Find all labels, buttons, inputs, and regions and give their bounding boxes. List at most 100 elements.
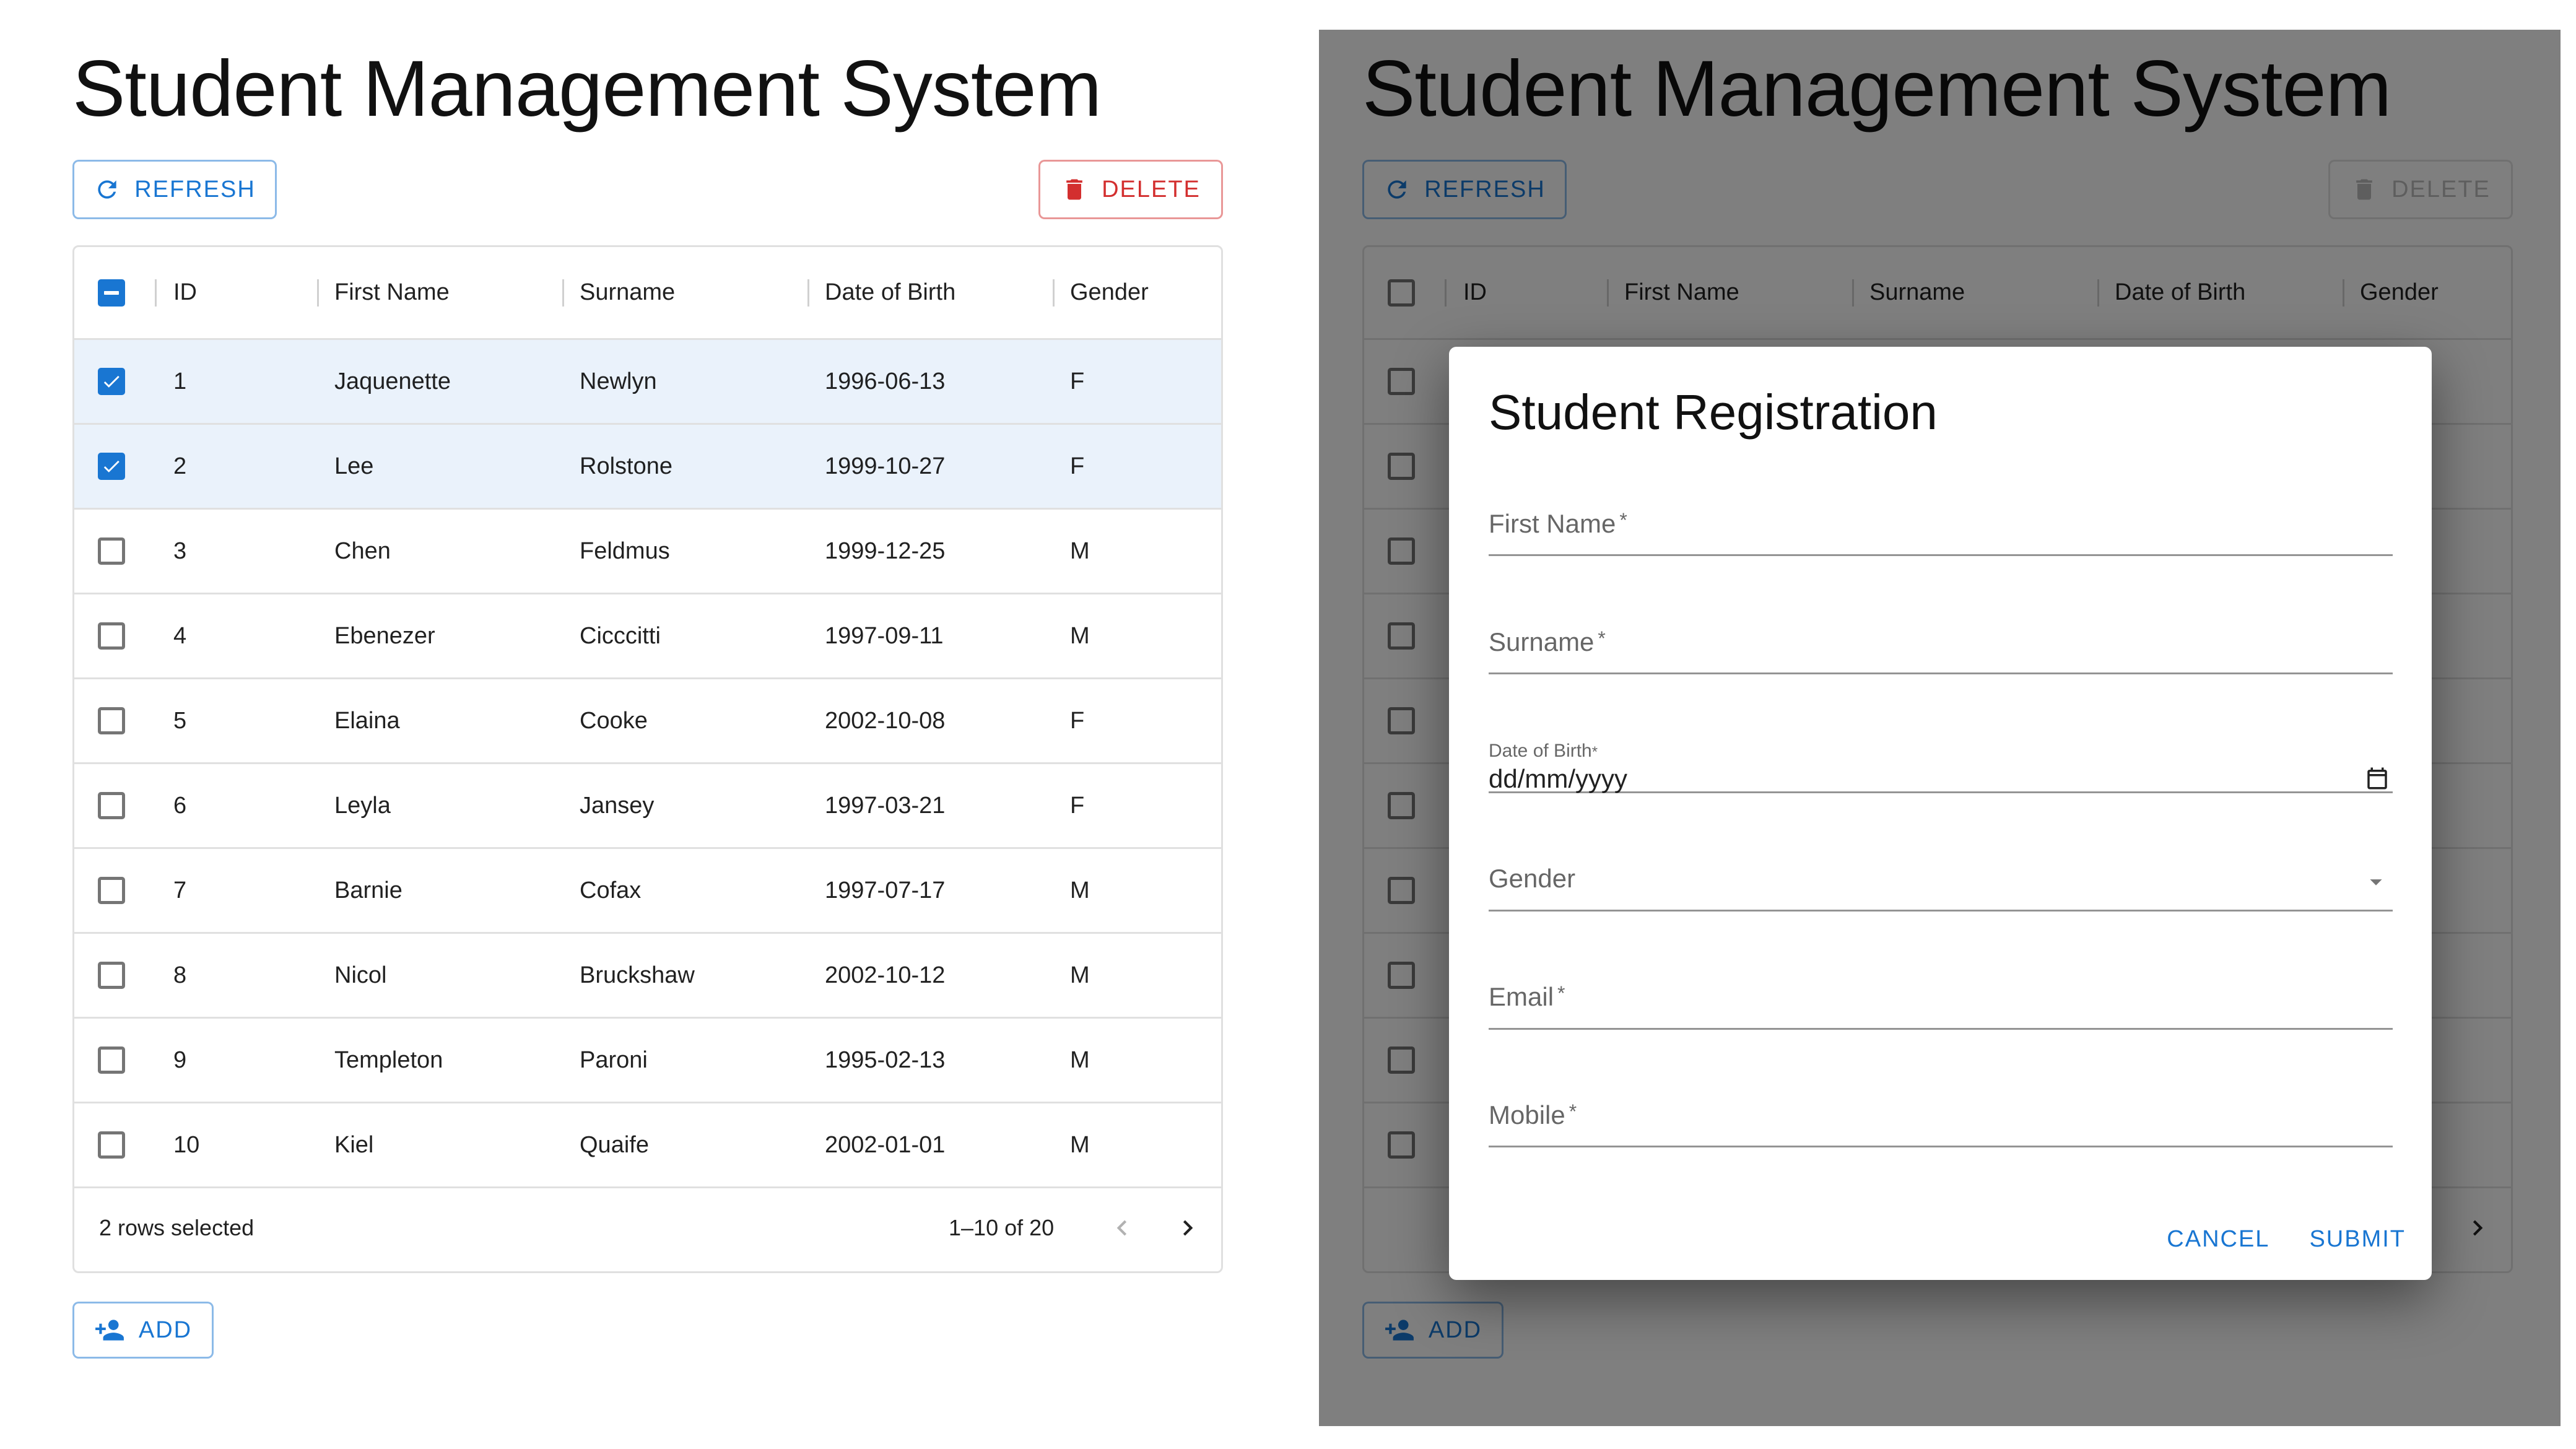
row-checkbox-cell[interactable] <box>98 594 125 677</box>
previous-page-button[interactable] <box>1103 1209 1141 1247</box>
cell-date-of-birth: 2002-01-01 <box>825 1131 946 1158</box>
cell-first-name: Lee <box>334 453 374 479</box>
grid-footer: 2 rows selected 1–10 of 20 <box>74 1185 1221 1271</box>
row-checkbox-cell[interactable] <box>98 934 125 1017</box>
cell-date-of-birth: 1996-06-13 <box>825 368 946 394</box>
mobile-field[interactable]: Mobile * <box>1489 1093 2393 1147</box>
column-header-id[interactable]: ID <box>173 247 197 338</box>
table-row[interactable]: 2 Lee Rolstone 1999-10-27 F <box>74 425 1221 510</box>
submit-button[interactable]: SUBMIT <box>2309 1226 2406 1253</box>
cell-surname: Newlyn <box>580 368 657 394</box>
row-checkbox[interactable] <box>98 368 125 395</box>
pagination-range: 1–10 of 20 <box>949 1215 1055 1240</box>
student-grid: ID First Name Surname Date of Birth Gend… <box>72 245 1223 1273</box>
row-checkbox[interactable] <box>98 962 125 989</box>
column-header-surname[interactable]: Surname <box>580 247 675 338</box>
cell-surname: Jansey <box>580 792 655 819</box>
registration-view: Student Management System REFRESH DELETE… <box>1319 30 2561 1426</box>
table-row[interactable]: 1 Jaquenette Newlyn 1996-06-13 F <box>74 340 1221 425</box>
table-row[interactable]: 5 Elaina Cooke 2002-10-08 F <box>74 679 1221 764</box>
cell-first-name: Barnie <box>334 877 402 903</box>
cancel-button[interactable]: CANCEL <box>2167 1226 2269 1253</box>
column-separator[interactable] <box>807 279 809 307</box>
email-label: Email * <box>1489 982 1565 1012</box>
cell-id: 4 <box>173 622 187 649</box>
column-separator[interactable] <box>317 279 319 307</box>
page-title: Student Management System <box>72 45 1102 133</box>
refresh-button[interactable]: REFRESH <box>72 160 277 219</box>
email-field[interactable]: Email * <box>1489 975 2393 1030</box>
cell-surname: Quaife <box>580 1131 649 1158</box>
column-separator[interactable] <box>1053 279 1055 307</box>
cell-first-name: Elaina <box>334 707 400 734</box>
table-row[interactable]: 7 Barnie Cofax 1997-07-17 M <box>74 849 1221 934</box>
row-checkbox-cell[interactable] <box>98 340 125 423</box>
cell-surname: Bruckshaw <box>580 962 695 988</box>
row-checkbox[interactable] <box>98 792 125 819</box>
column-separator[interactable] <box>562 279 564 307</box>
required-mark: * <box>1557 982 1565 1004</box>
cell-date-of-birth: 1999-12-25 <box>825 537 946 564</box>
cell-date-of-birth: 1995-02-13 <box>825 1046 946 1073</box>
table-row[interactable]: 3 Chen Feldmus 1999-12-25 M <box>74 510 1221 594</box>
table-row[interactable]: 6 Leyla Jansey 1997-03-21 F <box>74 764 1221 849</box>
table-row[interactable]: 8 Nicol Bruckshaw 2002-10-12 M <box>74 934 1221 1019</box>
cell-gender: M <box>1070 1131 1090 1158</box>
row-checkbox[interactable] <box>98 1131 125 1159</box>
cell-first-name: Jaquenette <box>334 368 451 394</box>
row-checkbox-cell[interactable] <box>98 679 125 762</box>
row-checkbox[interactable] <box>98 1046 125 1074</box>
cell-id: 7 <box>173 877 187 903</box>
row-checkbox[interactable] <box>98 453 125 480</box>
refresh-label: REFRESH <box>134 176 256 202</box>
column-separator[interactable] <box>155 279 157 307</box>
next-page-button[interactable] <box>1169 1209 1206 1247</box>
check-icon <box>103 375 120 388</box>
row-checkbox-cell[interactable] <box>98 425 125 508</box>
table-row[interactable]: 4 Ebenezer Cicccitti 1997-09-11 M <box>74 594 1221 679</box>
row-checkbox-cell[interactable] <box>98 764 125 847</box>
row-checkbox-cell[interactable] <box>98 1103 125 1186</box>
cell-first-name: Ebenezer <box>334 622 435 649</box>
table-row[interactable]: 9 Templeton Paroni 1995-02-13 M <box>74 1019 1221 1103</box>
email-label-text: Email <box>1489 982 1554 1011</box>
cell-gender: M <box>1070 537 1090 564</box>
column-header-first-name[interactable]: First Name <box>334 247 450 338</box>
cell-id: 8 <box>173 962 187 988</box>
first-name-field[interactable]: First Name * <box>1489 502 2393 556</box>
add-student-button[interactable]: ADD <box>72 1302 214 1359</box>
required-mark: * <box>1619 509 1627 531</box>
date-of-birth-input[interactable]: dd/mm/yyyy <box>1489 764 1627 794</box>
column-header-date-of-birth[interactable]: Date of Birth <box>825 247 955 338</box>
surname-field[interactable]: Surname * <box>1489 620 2393 674</box>
row-checkbox[interactable] <box>98 707 125 734</box>
required-mark: * <box>1569 1100 1577 1123</box>
date-of-birth-field[interactable]: Date of Birth* dd/mm/yyyy <box>1489 741 2393 793</box>
column-header-gender[interactable]: Gender <box>1070 247 1149 338</box>
select-all-checkbox[interactable] <box>98 279 125 307</box>
table-row[interactable]: 10 Kiel Quaife 2002-01-01 M <box>74 1103 1221 1188</box>
cell-surname: Cofax <box>580 877 642 903</box>
row-checkbox[interactable] <box>98 622 125 650</box>
row-checkbox-cell[interactable] <box>98 849 125 932</box>
cell-surname: Cicccitti <box>580 622 661 649</box>
cell-first-name: Kiel <box>334 1131 374 1158</box>
required-mark: * <box>1598 627 1606 650</box>
row-checkbox-cell[interactable] <box>98 510 125 593</box>
cell-id: 5 <box>173 707 187 734</box>
cell-id: 9 <box>173 1046 187 1073</box>
row-checkbox[interactable] <box>98 877 125 904</box>
gender-select[interactable]: Gender <box>1489 856 2393 912</box>
delete-button[interactable]: DELETE <box>1038 160 1223 219</box>
dropdown-arrow-icon <box>2370 879 2382 886</box>
add-label: ADD <box>138 1316 193 1343</box>
cell-id: 3 <box>173 537 187 564</box>
row-checkbox[interactable] <box>98 537 125 565</box>
cell-id: 1 <box>173 368 187 394</box>
cell-first-name: Nicol <box>334 962 387 988</box>
row-checkbox-cell[interactable] <box>98 1019 125 1102</box>
student-registration-dialog: Student Registration First Name * Surname… <box>1449 347 2432 1280</box>
header-checkbox-cell[interactable] <box>98 247 125 338</box>
calendar-icon[interactable] <box>2364 765 2390 791</box>
mobile-label-text: Mobile <box>1489 1100 1565 1129</box>
